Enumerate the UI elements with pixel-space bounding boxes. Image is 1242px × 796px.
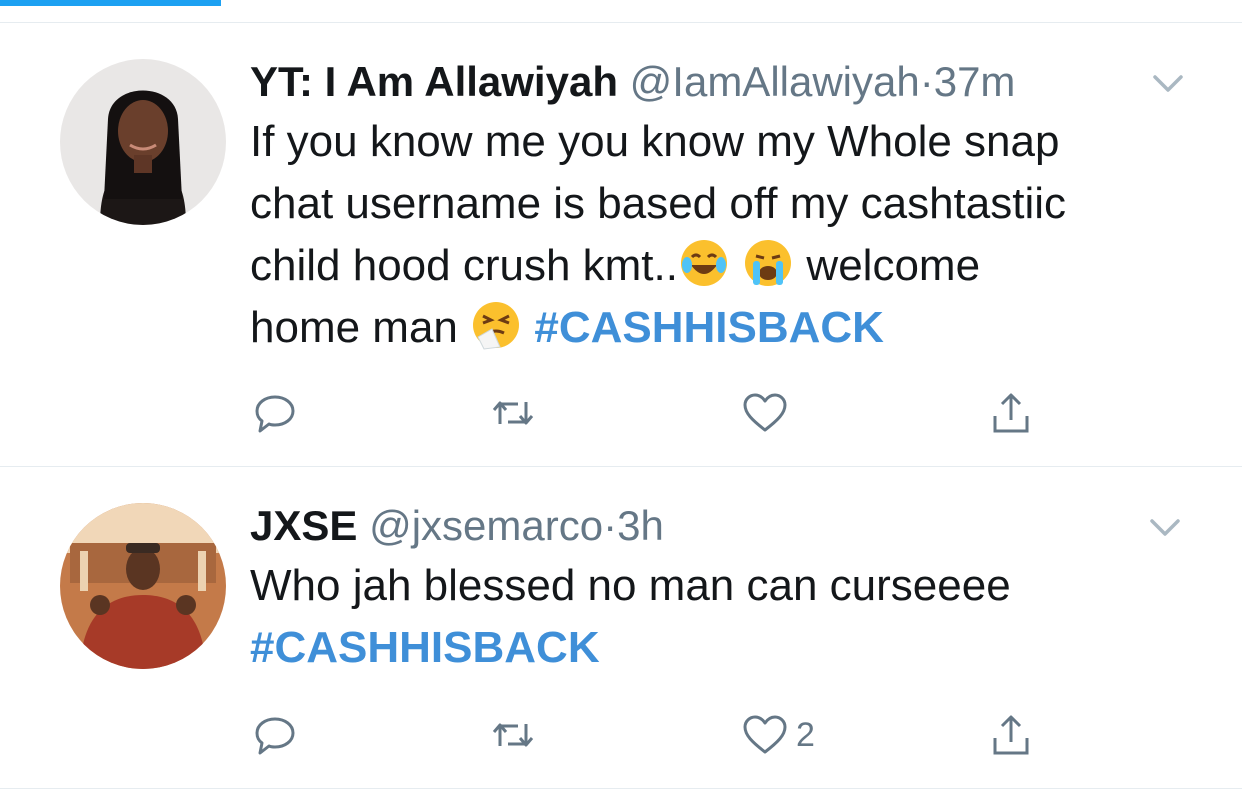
tab-bar [0,0,1242,23]
tweet-text-line: child hood crush kmt.. welcome [250,235,1182,297]
share-button[interactable] [986,705,1036,765]
like-button[interactable]: 2 [740,705,815,765]
like-count: 2 [796,715,815,754]
hashtag-link[interactable]: #CASHHISBACK [250,623,600,672]
retweet-button[interactable] [488,705,538,765]
like-icon [743,393,787,432]
avatar[interactable] [60,59,226,225]
reply-icon [255,395,295,433]
face-with-tears-of-joy-icon [678,237,730,289]
sneezing-face-icon [470,299,522,351]
like-button[interactable] [740,383,790,443]
tweet-text-fragment: home man [250,303,471,352]
tweet-text: Who jah blessed no man can curseeee #CAS… [250,555,1182,679]
tweet-actions [250,383,1050,443]
chevron-down-icon[interactable] [1148,513,1182,541]
active-tab-indicator [0,0,221,6]
like-icon [743,715,787,754]
tweet[interactable]: YT: I Am Allawiyah @IamAllawiyah·37m If … [0,23,1242,467]
retweet-icon [492,401,534,425]
reply-button[interactable] [250,705,300,765]
retweet-icon [492,723,534,747]
tweet[interactable]: JXSE @jxsemarco·3h Who jah blessed no ma… [0,467,1242,789]
chevron-down-icon[interactable] [1151,69,1185,97]
timestamp[interactable]: 3h [617,502,664,549]
user-handle[interactable]: @jxsemarco [369,502,603,549]
display-name[interactable]: JXSE [250,502,357,549]
retweet-button[interactable] [488,383,538,443]
reply-icon [255,717,295,755]
tweet-text-fragment: welcome [794,241,981,290]
tweet-text-line: home man #CASHHISBACK [250,297,1182,359]
timestamp[interactable]: 37m [934,58,1016,105]
hashtag-link[interactable]: #CASHHISBACK [534,303,884,352]
display-name[interactable]: YT: I Am Allawiyah [250,58,618,105]
tweet-text: If you know me you know my Whole snap ch… [250,111,1182,359]
tweet-text-line: Who jah blessed no man can curseeee [250,561,1011,610]
tweet-text-fragment: child hood crush kmt.. [250,241,678,290]
separator-dot: · [919,58,934,105]
share-icon [993,715,1029,755]
share-button[interactable] [986,383,1036,443]
separator-dot: · [603,502,618,549]
tweet-header: YT: I Am Allawiyah @IamAllawiyah·37m [250,53,1182,111]
avatar[interactable] [60,503,226,669]
share-icon [993,393,1029,433]
tweet-text-line: chat username is based off my cashtastii… [250,179,1067,228]
loudly-crying-face-icon [742,237,794,289]
tweet-header: JXSE @jxsemarco·3h [250,497,1182,555]
reply-button[interactable] [250,383,300,443]
tweet-text-line: If you know me you know my Whole snap [250,117,1060,166]
user-handle[interactable]: @IamAllawiyah [630,58,920,105]
tweet-actions: 2 [250,705,1050,765]
